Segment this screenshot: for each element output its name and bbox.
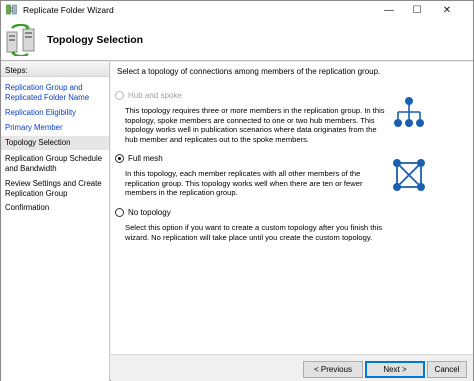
step-schedule-bandwidth: Replication Group Schedule and Bandwidth: [5, 154, 103, 173]
option-no-topology[interactable]: No topology: [115, 208, 171, 217]
hub-and-spoke-icon: [394, 97, 424, 127]
intro-text: Select a topology of connections among m…: [117, 67, 381, 76]
hub-and-spoke-description: This topology requires three or more mem…: [125, 106, 385, 144]
steps-panel: Steps: Replication Group and Replicated …: [1, 62, 110, 381]
close-button[interactable]: ✕: [433, 1, 461, 19]
step-review-settings: Review Settings and Create Replication G…: [5, 179, 102, 198]
option-hub-and-spoke: Hub and spoke: [115, 91, 182, 100]
step-topology-selection: Topology Selection: [1, 136, 109, 150]
full-mesh-radio[interactable]: [115, 154, 124, 163]
option-full-mesh[interactable]: Full mesh: [115, 154, 163, 163]
step-replication-group-name[interactable]: Replication Group and Replicated Folder …: [1, 83, 109, 103]
no-topology-label[interactable]: No topology: [128, 208, 171, 217]
no-topology-radio[interactable]: [115, 208, 124, 217]
step-replication-eligibility[interactable]: Replication Eligibility: [1, 108, 109, 118]
page-title: Topology Selection: [47, 34, 144, 46]
cancel-button[interactable]: Cancel: [427, 361, 467, 378]
wizard-footer: < Previous Next > Cancel: [111, 354, 473, 381]
minimize-button[interactable]: —: [375, 1, 403, 19]
replication-wizard-icon: [6, 24, 35, 56]
main-content: Select a topology of connections among m…: [111, 62, 473, 354]
wizard-header: Topology Selection: [1, 19, 473, 61]
hub-and-spoke-radio: [115, 91, 124, 100]
next-button[interactable]: Next >: [365, 361, 425, 378]
full-mesh-label[interactable]: Full mesh: [128, 154, 163, 163]
full-mesh-icon: [393, 159, 425, 191]
full-mesh-description: In this topology, each member replicates…: [125, 169, 363, 197]
steps-heading: Steps:: [1, 62, 109, 77]
no-topology-description: Select this option if you want to create…: [125, 223, 383, 242]
window-title: Replicate Folder Wizard: [23, 5, 114, 15]
wizard-window: Replicate Folder Wizard — ☐ ✕ Topology S…: [0, 0, 474, 381]
maximize-button[interactable]: ☐: [403, 1, 431, 19]
title-bar[interactable]: Replicate Folder Wizard — ☐ ✕: [1, 1, 473, 19]
step-primary-member[interactable]: Primary Member: [1, 123, 109, 133]
previous-button[interactable]: < Previous: [303, 361, 363, 378]
step-confirmation: Confirmation: [5, 203, 50, 212]
hub-and-spoke-label: Hub and spoke: [128, 91, 182, 100]
replication-app-icon: [6, 4, 17, 15]
